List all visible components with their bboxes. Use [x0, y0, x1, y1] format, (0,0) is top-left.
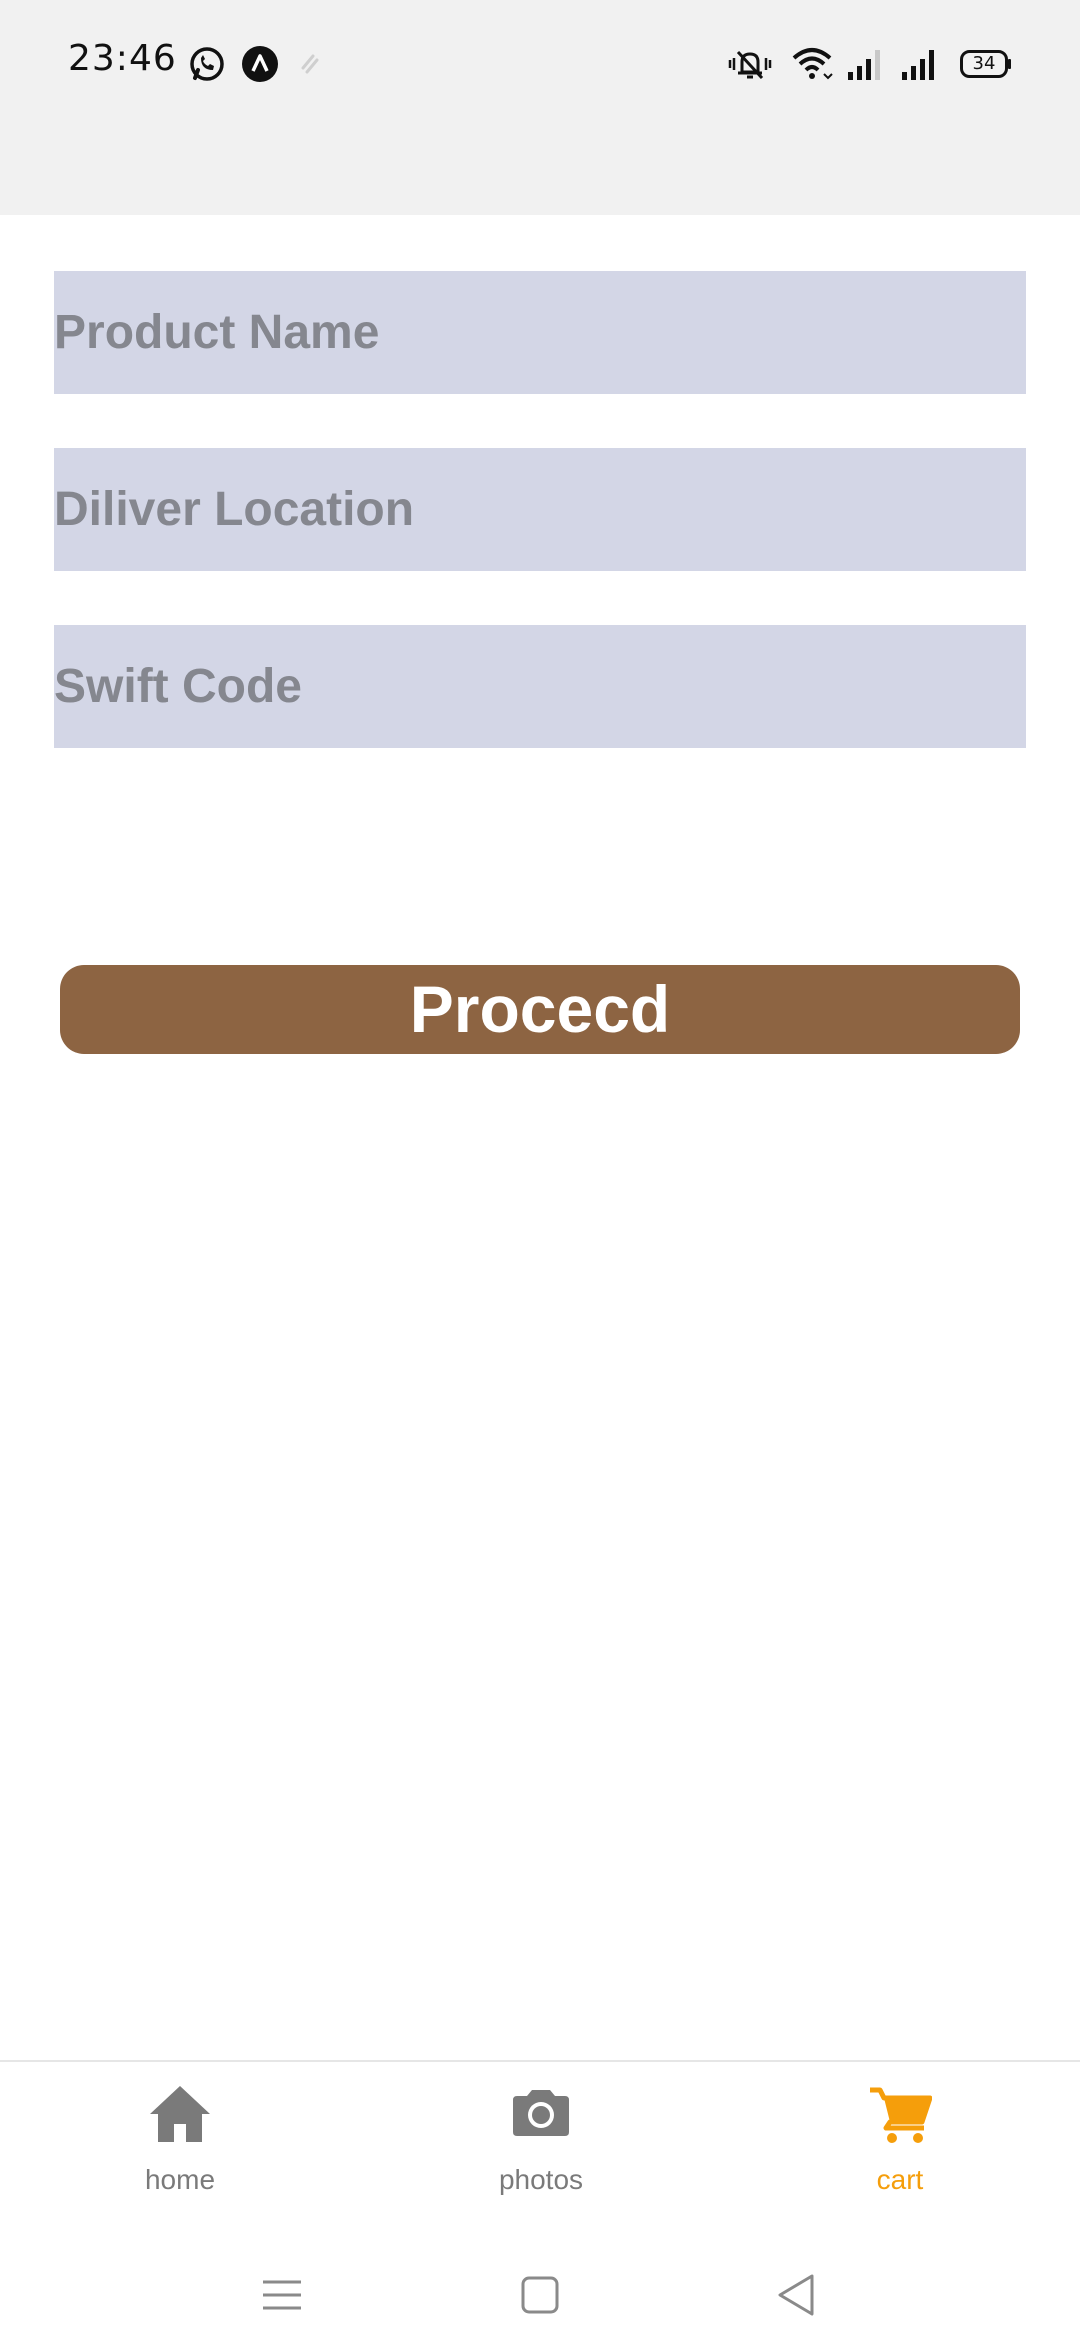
home-square-icon[interactable]: [515, 2270, 565, 2320]
menu-icon[interactable]: [257, 2270, 307, 2320]
tab-home[interactable]: home: [70, 2082, 290, 2222]
mute-icon: [728, 50, 772, 80]
back-icon[interactable]: [772, 2270, 822, 2320]
battery-level: 34: [972, 53, 996, 74]
app-icon: [242, 46, 278, 82]
sync-icon: [301, 54, 319, 74]
cart-icon: [870, 2087, 932, 2143]
deliver-location-input[interactable]: [54, 448, 1026, 571]
tab-home-label: home: [144, 2164, 216, 2195]
whatsapp-icon: [190, 47, 224, 81]
wifi-icon: [792, 48, 833, 80]
proceed-button[interactable]: Procecd: [60, 965, 1020, 1054]
battery-icon: 34: [960, 50, 1012, 78]
tab-cart[interactable]: cart: [790, 2082, 1010, 2222]
status-bar: 23:46 34: [0, 0, 1080, 215]
swift-code-input[interactable]: [54, 625, 1026, 748]
tab-photos-label: photos: [498, 2164, 584, 2195]
tab-photos[interactable]: photos: [431, 2082, 651, 2222]
bottom-tab-bar: home photos cart: [0, 2060, 1080, 2250]
signal-icon: [848, 50, 880, 80]
system-nav-bar: [0, 2250, 1080, 2340]
camera-icon: [513, 2090, 569, 2136]
signal-icon: [902, 50, 934, 80]
home-icon: [150, 2086, 210, 2142]
product-name-input[interactable]: [54, 271, 1026, 394]
tab-cart-label: cart: [876, 2164, 924, 2195]
status-time: 23:46: [68, 38, 177, 79]
